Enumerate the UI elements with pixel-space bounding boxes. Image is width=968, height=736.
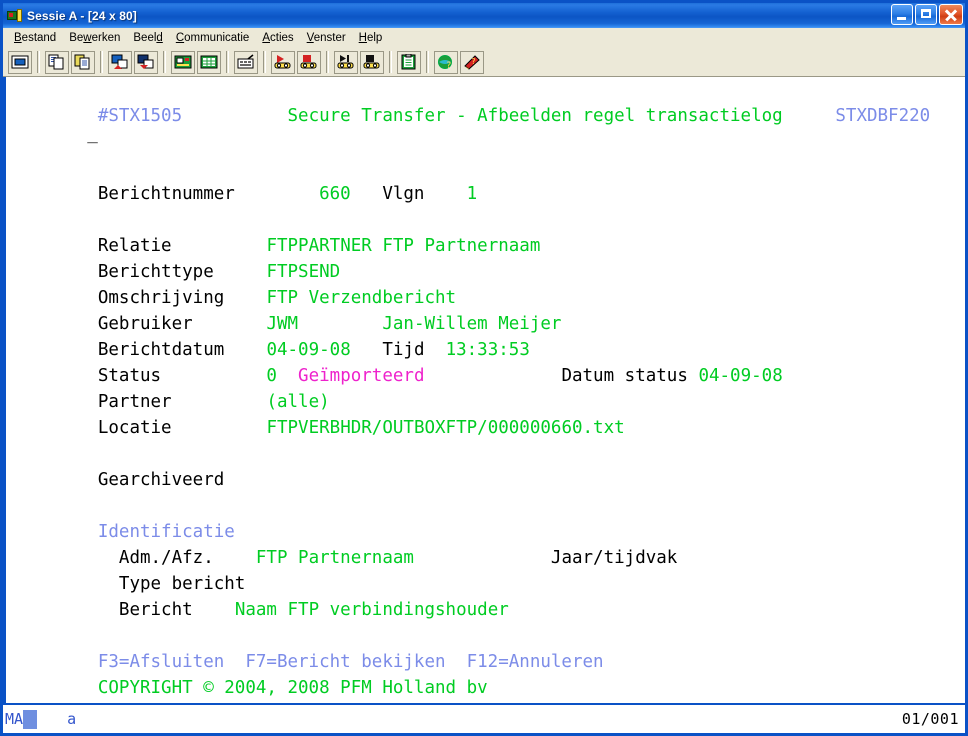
- display-screen-icon[interactable]: [8, 50, 32, 74]
- terminal-row-berichtnummer: Berichtnummer 660 Vlgn 1: [3, 155, 965, 204]
- status-input-indicator: a: [67, 710, 77, 728]
- status-bar-left: MA a: [3, 709, 77, 729]
- copyright-notice: COPYRIGHT © 2004, 2008 PFM Holland bv: [97, 678, 488, 698]
- label-gearchiveerd: Gearchiveerd: [97, 470, 225, 490]
- window-title: Sessie A - [24 x 80]: [27, 8, 137, 23]
- keyboard-remap-icon[interactable]: [234, 50, 258, 74]
- receive-file-icon[interactable]: [134, 50, 158, 74]
- menu-item-venster[interactable]: Venster: [301, 30, 353, 46]
- svg-text:?: ?: [471, 57, 476, 66]
- terminal-emulator-window: Sessie A - [24 x 80] Bestand Bewerken Be…: [0, 0, 968, 736]
- play-macro-icon[interactable]: [334, 50, 358, 74]
- menu-bar: Bestand Bewerken Beeld Communicatie Acti…: [3, 28, 965, 48]
- terminal-row-locatie: Locatie FTPVERBHDR/OUTBOXFTP/000000660.t…: [3, 389, 965, 438]
- maximize-button[interactable]: [915, 4, 937, 25]
- spreadsheet-icon[interactable]: [197, 50, 221, 74]
- terminal-character-grid: #STX1505 Secure Transfer - Afbeelden reg…: [3, 77, 965, 703]
- value-vlgn: 1: [466, 184, 478, 204]
- label-locatie: Locatie: [97, 418, 172, 438]
- menu-item-beeld[interactable]: Beeld: [127, 30, 169, 46]
- value-berichtnummer: 660: [319, 184, 351, 204]
- terminal-row-berichtdatum: Berichtdatum 04-09-08 Tijd 13:33:53: [3, 311, 965, 360]
- menu-item-help[interactable]: Help: [353, 30, 390, 46]
- session-indicator: MA: [5, 710, 24, 728]
- menu-item-communicatie[interactable]: Communicatie: [170, 30, 257, 46]
- menu-item-acties[interactable]: Acties: [256, 30, 300, 46]
- terminal-row-identificatie: Identificatie: [3, 493, 965, 542]
- index-help-icon[interactable]: ?: [460, 50, 484, 74]
- copy-icon[interactable]: [45, 50, 69, 74]
- terminal-row-function-keys: F3=Afsluiten F7=Bericht bekijken F12=Ann…: [3, 623, 965, 672]
- terminal-row-relatie: Relatie FTPPARTNER FTP Partnernaam: [3, 207, 965, 256]
- terminal-row-bericht: Bericht Naam FTP verbindingshouder: [3, 571, 965, 620]
- terminal-row-partner: Partner (alle): [3, 363, 965, 412]
- clipboard-icon[interactable]: [397, 50, 421, 74]
- status-bar: MA a 01/001: [3, 703, 965, 733]
- value-bericht: Naam FTP verbindingshouder: [234, 600, 509, 620]
- terminal-row-gebruiker: Gebruiker JWM Jan-Willem Meijer: [3, 285, 965, 334]
- edit-keypad-icon[interactable]: [171, 50, 195, 74]
- terminal-session-icon: [7, 8, 23, 24]
- terminal-row-copyright: COPYRIGHT © 2004, 2008 PFM Holland bv: [3, 649, 965, 698]
- window-controls: [891, 4, 963, 25]
- toolbar: ? ?: [3, 48, 965, 77]
- terminal-row-gearchiveerd: Gearchiveerd: [3, 441, 965, 490]
- terminal-row-omschrijving: Omschrijving FTP Verzendbericht: [3, 259, 965, 308]
- menu-item-bewerken[interactable]: Bewerken: [63, 30, 127, 46]
- value-locatie: FTPVERBHDR/OUTBOXFTP/000000660.txt: [266, 418, 625, 438]
- stop-record-icon[interactable]: [297, 50, 321, 74]
- title-bar: Sessie A - [24 x 80]: [3, 3, 965, 28]
- status-cursor-block: [23, 709, 38, 729]
- label-vlgn: Vlgn: [382, 184, 425, 204]
- record-macro-icon[interactable]: [271, 50, 295, 74]
- close-button[interactable]: [939, 4, 963, 25]
- cursor-position-indicator: 01/001: [901, 710, 959, 728]
- svg-text:?: ?: [446, 61, 451, 70]
- terminal-row-status: Status 0 Geïmporteerd Datum status 04-09…: [3, 337, 965, 386]
- input-cursor: _: [87, 124, 98, 144]
- terminal-row-type-bericht: Type bericht: [3, 545, 965, 594]
- send-file-icon[interactable]: [108, 50, 132, 74]
- minimize-button[interactable]: [891, 4, 913, 25]
- menu-item-bestand[interactable]: Bestand: [8, 30, 63, 46]
- label-berichtnummer: Berichtnummer: [97, 184, 235, 204]
- paste-icon[interactable]: [71, 50, 95, 74]
- stop-macro-icon[interactable]: [360, 50, 384, 74]
- terminal-row-berichttype: Berichttype FTPSEND: [3, 233, 965, 282]
- terminal-row-adm-afz: Adm./Afz. FTP Partnernaam Jaar/tijdvak: [3, 519, 965, 568]
- terminal-row-cursor: _: [3, 95, 965, 144]
- globe-help-icon[interactable]: ?: [434, 50, 458, 74]
- terminal-screen[interactable]: #STX1505 Secure Transfer - Afbeelden reg…: [3, 77, 965, 703]
- label-bericht: Bericht: [118, 600, 193, 620]
